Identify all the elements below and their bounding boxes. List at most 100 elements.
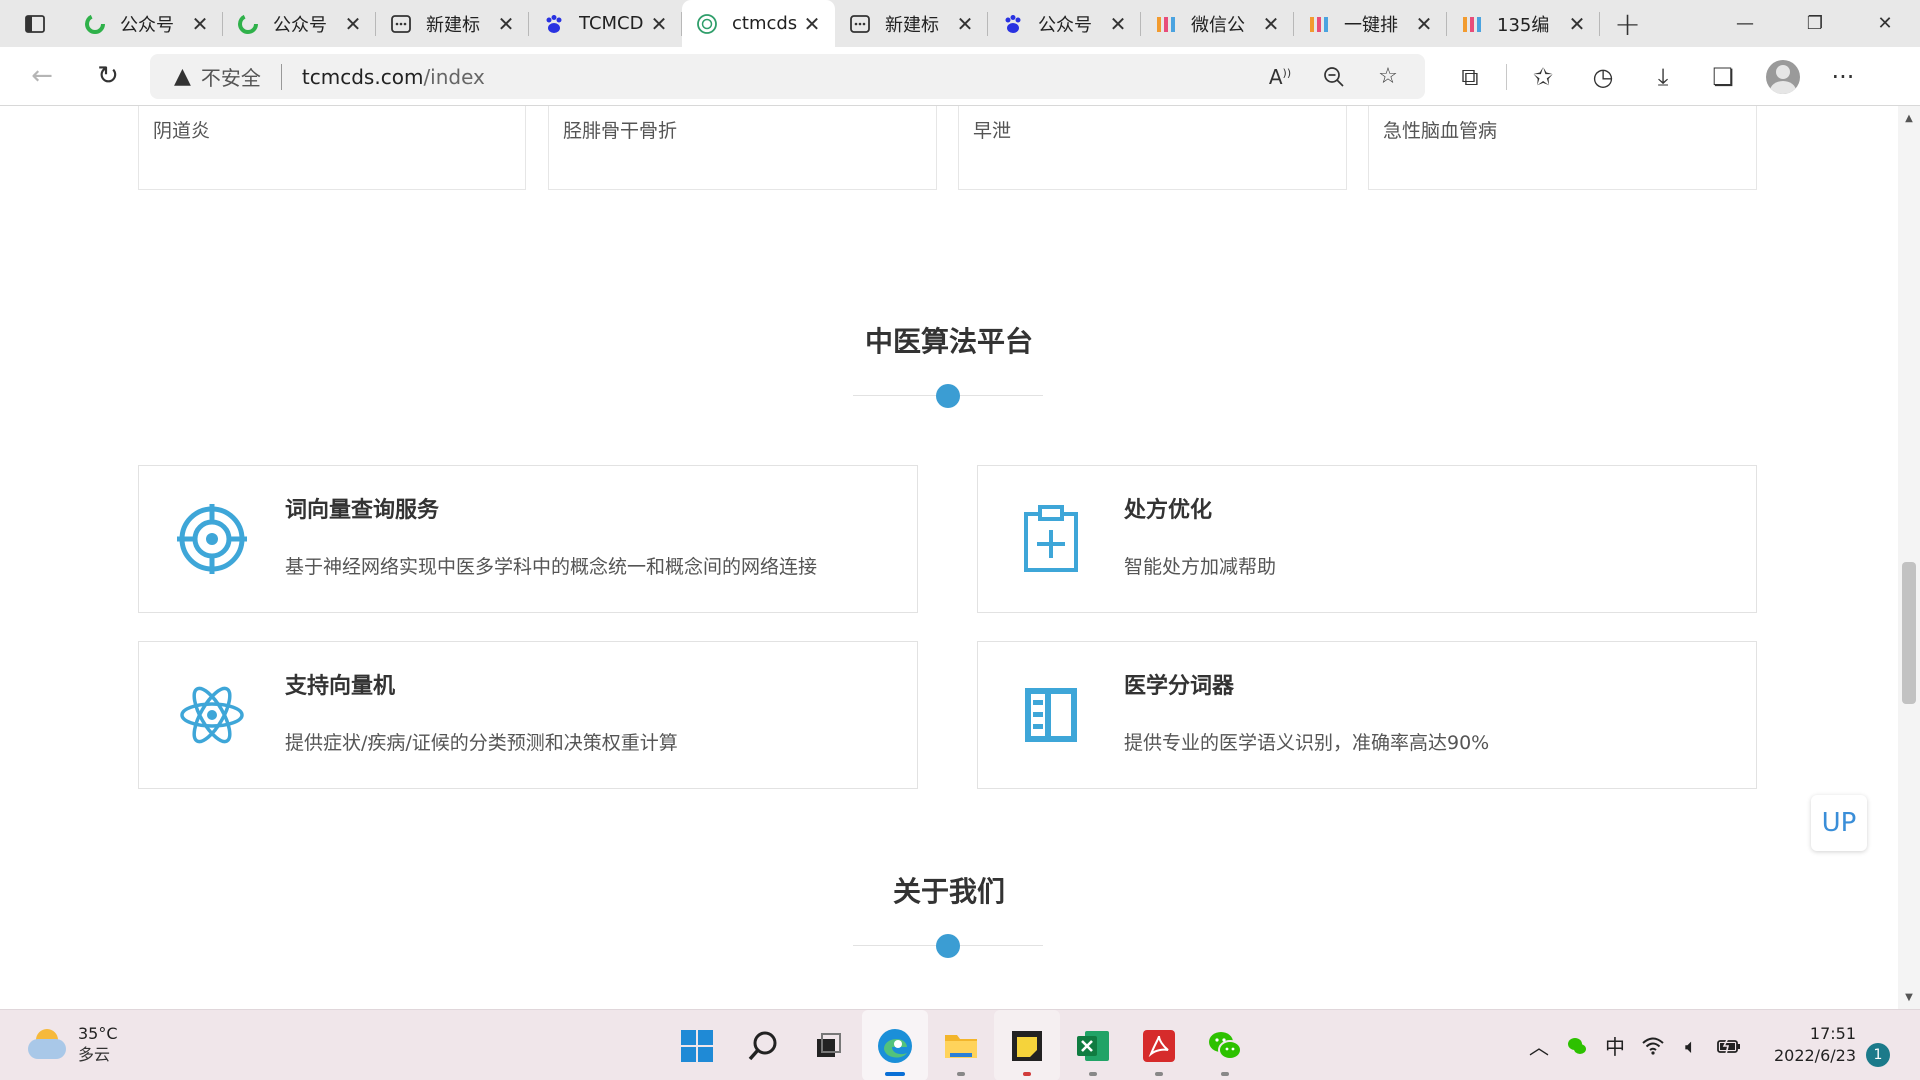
close-tab-icon[interactable]: ✕ — [954, 12, 976, 36]
scrollbar-thumb[interactable] — [1902, 562, 1916, 704]
ime-indicator[interactable]: 中 — [1596, 1026, 1634, 1066]
clock[interactable]: 17:51 2022/6/23 — [1770, 1023, 1856, 1067]
tab-title: ctmcds — [732, 13, 798, 34]
disease-card[interactable]: 胫腓骨干骨折 — [548, 106, 937, 190]
favorites-button[interactable]: ✩ — [1513, 52, 1573, 102]
close-tab-icon[interactable]: ✕ — [648, 12, 670, 36]
notification-badge[interactable]: 1 — [1866, 1043, 1890, 1067]
close-tab-icon[interactable]: ✕ — [1566, 12, 1588, 36]
taskbar-apps — [664, 1010, 1258, 1080]
page-viewport: 阴道炎 胫腓骨干骨折 早泄 急性脑血管病 中医算法平台 词向量查询服务 基于神经… — [0, 106, 1898, 1009]
refresh-button[interactable]: ↻ — [84, 52, 132, 100]
url-host: tcmcds.com — [301, 64, 424, 89]
135-editor-icon — [1461, 13, 1483, 35]
zoom-button[interactable] — [1307, 54, 1361, 99]
feature-card-prescription-optimize[interactable]: 处方优化 智能处方加减帮助 — [977, 465, 1757, 613]
excel-app[interactable] — [1060, 1010, 1126, 1080]
scroll-to-top-button[interactable]: UP — [1811, 795, 1867, 851]
browser-tab[interactable]: 微信公 ✕ — [1141, 0, 1294, 47]
close-tab-icon[interactable]: ✕ — [801, 12, 823, 36]
feature-description: 提供症状/疾病/证候的分类预测和决策权重计算 — [285, 732, 678, 754]
close-tab-icon[interactable]: ✕ — [1107, 12, 1129, 36]
wechat-tray-button[interactable] — [1558, 1026, 1596, 1066]
browser-tab[interactable]: 135编 ✕ — [1447, 0, 1600, 47]
feature-card-svm[interactable]: 支持向量机 提供症状/疾病/证候的分类预测和决策权重计算 — [138, 641, 918, 789]
browser-toolbar: ← ↻ ▲ 不安全 tcmcds.com/index A)) ☆ ⧉ ✩ ◷ ⤓… — [0, 47, 1920, 106]
disease-card[interactable]: 早泄 — [958, 106, 1347, 190]
feature-card-word-vector[interactable]: 词向量查询服务 基于神经网络实现中医多学科中的概念统一和概念间的网络连接 — [138, 465, 918, 613]
collections-button[interactable]: ❏ — [1693, 52, 1753, 102]
file-explorer-app[interactable] — [928, 1010, 994, 1080]
browser-tab[interactable]: 新建标 ✕ — [376, 0, 529, 47]
weather-widget[interactable]: 35°C 多云 — [28, 1024, 118, 1066]
read-aloud-button[interactable]: A)) — [1253, 54, 1307, 99]
address-bar[interactable]: ▲ 不安全 tcmcds.com/index A)) ☆ — [150, 54, 1425, 99]
clipboard-plus-icon — [1024, 505, 1078, 572]
tab-title: 新建标 — [426, 14, 480, 36]
star-add-icon: ☆ — [1378, 64, 1398, 89]
new-tab-button[interactable]: + — [1600, 0, 1655, 47]
show-hidden-icons-button[interactable]: ︿ — [1520, 1026, 1558, 1066]
download-icon: ⤓ — [1657, 62, 1669, 91]
partly-cloudy-icon — [28, 1025, 68, 1065]
disease-name: 胫腓骨干骨折 — [563, 120, 678, 142]
tab-title: TCMCD — [579, 13, 644, 34]
section-title-about: 关于我们 — [892, 875, 1005, 908]
wifi-button[interactable] — [1634, 1026, 1672, 1066]
section-title-algorithm: 中医算法平台 — [864, 325, 1033, 358]
scroll-up-arrow-icon[interactable]: ▲ — [1898, 108, 1920, 128]
wechat-tray-icon — [1568, 1037, 1586, 1054]
arrow-left-icon: ← — [31, 61, 53, 91]
wechat-app[interactable] — [1192, 1010, 1258, 1080]
battery-button[interactable] — [1710, 1026, 1748, 1066]
plus-icon: + — [1614, 4, 1641, 43]
disease-card[interactable]: 阴道炎 — [138, 106, 526, 190]
close-window-button[interactable]: ✕ — [1850, 0, 1920, 47]
wifi-icon — [1642, 1037, 1664, 1055]
acrobat-app[interactable] — [1126, 1010, 1192, 1080]
search-button[interactable] — [730, 1010, 796, 1080]
sticky-notes-app[interactable] — [994, 1010, 1060, 1080]
start-button[interactable] — [664, 1010, 730, 1080]
browser-tab[interactable]: TCMCD ✕ — [529, 0, 682, 47]
edge-browser-app[interactable] — [862, 1010, 928, 1080]
close-tab-icon[interactable]: ✕ — [495, 12, 517, 36]
task-view-button[interactable] — [796, 1010, 862, 1080]
profile-button[interactable] — [1753, 52, 1813, 102]
puzzle-icon: ⧉ — [1461, 62, 1479, 91]
running-indicator — [1089, 1072, 1097, 1076]
close-tab-icon[interactable]: ✕ — [342, 12, 364, 36]
minimize-button[interactable]: — — [1710, 0, 1780, 47]
running-indicator — [1155, 1072, 1163, 1076]
add-favorite-button[interactable]: ☆ — [1361, 54, 1415, 99]
tab-actions-button[interactable] — [0, 0, 70, 47]
feature-card-medical-tokenizer[interactable]: 医学分词器 提供专业的医学语义识别，准确率高达90% — [977, 641, 1757, 789]
browser-tab[interactable]: 公众号 ✕ — [988, 0, 1141, 47]
browser-tab[interactable]: 新建标 ✕ — [835, 0, 988, 47]
warning-triangle-icon: ▲ — [174, 64, 191, 89]
running-indicator — [957, 1072, 965, 1076]
settings-menu-button[interactable]: ··· — [1813, 52, 1873, 102]
address-divider — [280, 63, 282, 90]
back-button[interactable]: ← — [18, 52, 66, 100]
close-tab-icon[interactable]: ✕ — [189, 12, 211, 36]
feature-title: 支持向量机 — [285, 674, 396, 699]
disease-name: 早泄 — [973, 120, 1012, 142]
close-tab-icon[interactable]: ✕ — [1260, 12, 1282, 36]
close-tab-icon[interactable]: ✕ — [1413, 12, 1435, 36]
disease-card[interactable]: 急性脑血管病 — [1368, 106, 1757, 190]
history-button[interactable]: ◷ — [1573, 52, 1633, 102]
clock-time: 17:51 — [1809, 1024, 1856, 1043]
browser-tab[interactable]: 公众号 ✕ — [70, 0, 223, 47]
downloads-button[interactable]: ⤓ — [1633, 52, 1693, 102]
browser-tab[interactable]: 一键排 ✕ — [1294, 0, 1447, 47]
restore-button[interactable]: ❐ — [1780, 0, 1850, 47]
extensions-button[interactable]: ⧉ — [1440, 52, 1500, 102]
browser-tab-active[interactable]: ctmcds ✕ — [682, 0, 835, 47]
edge-icon — [878, 1028, 912, 1063]
volume-button[interactable]: 🔈︎ — [1672, 1026, 1710, 1066]
page-scrollbar[interactable]: ▲ ▼ — [1898, 106, 1920, 1009]
chevron-up-icon: ︿ — [1529, 1035, 1549, 1059]
scroll-down-arrow-icon[interactable]: ▼ — [1898, 987, 1920, 1007]
browser-tab[interactable]: 公众号 ✕ — [223, 0, 376, 47]
